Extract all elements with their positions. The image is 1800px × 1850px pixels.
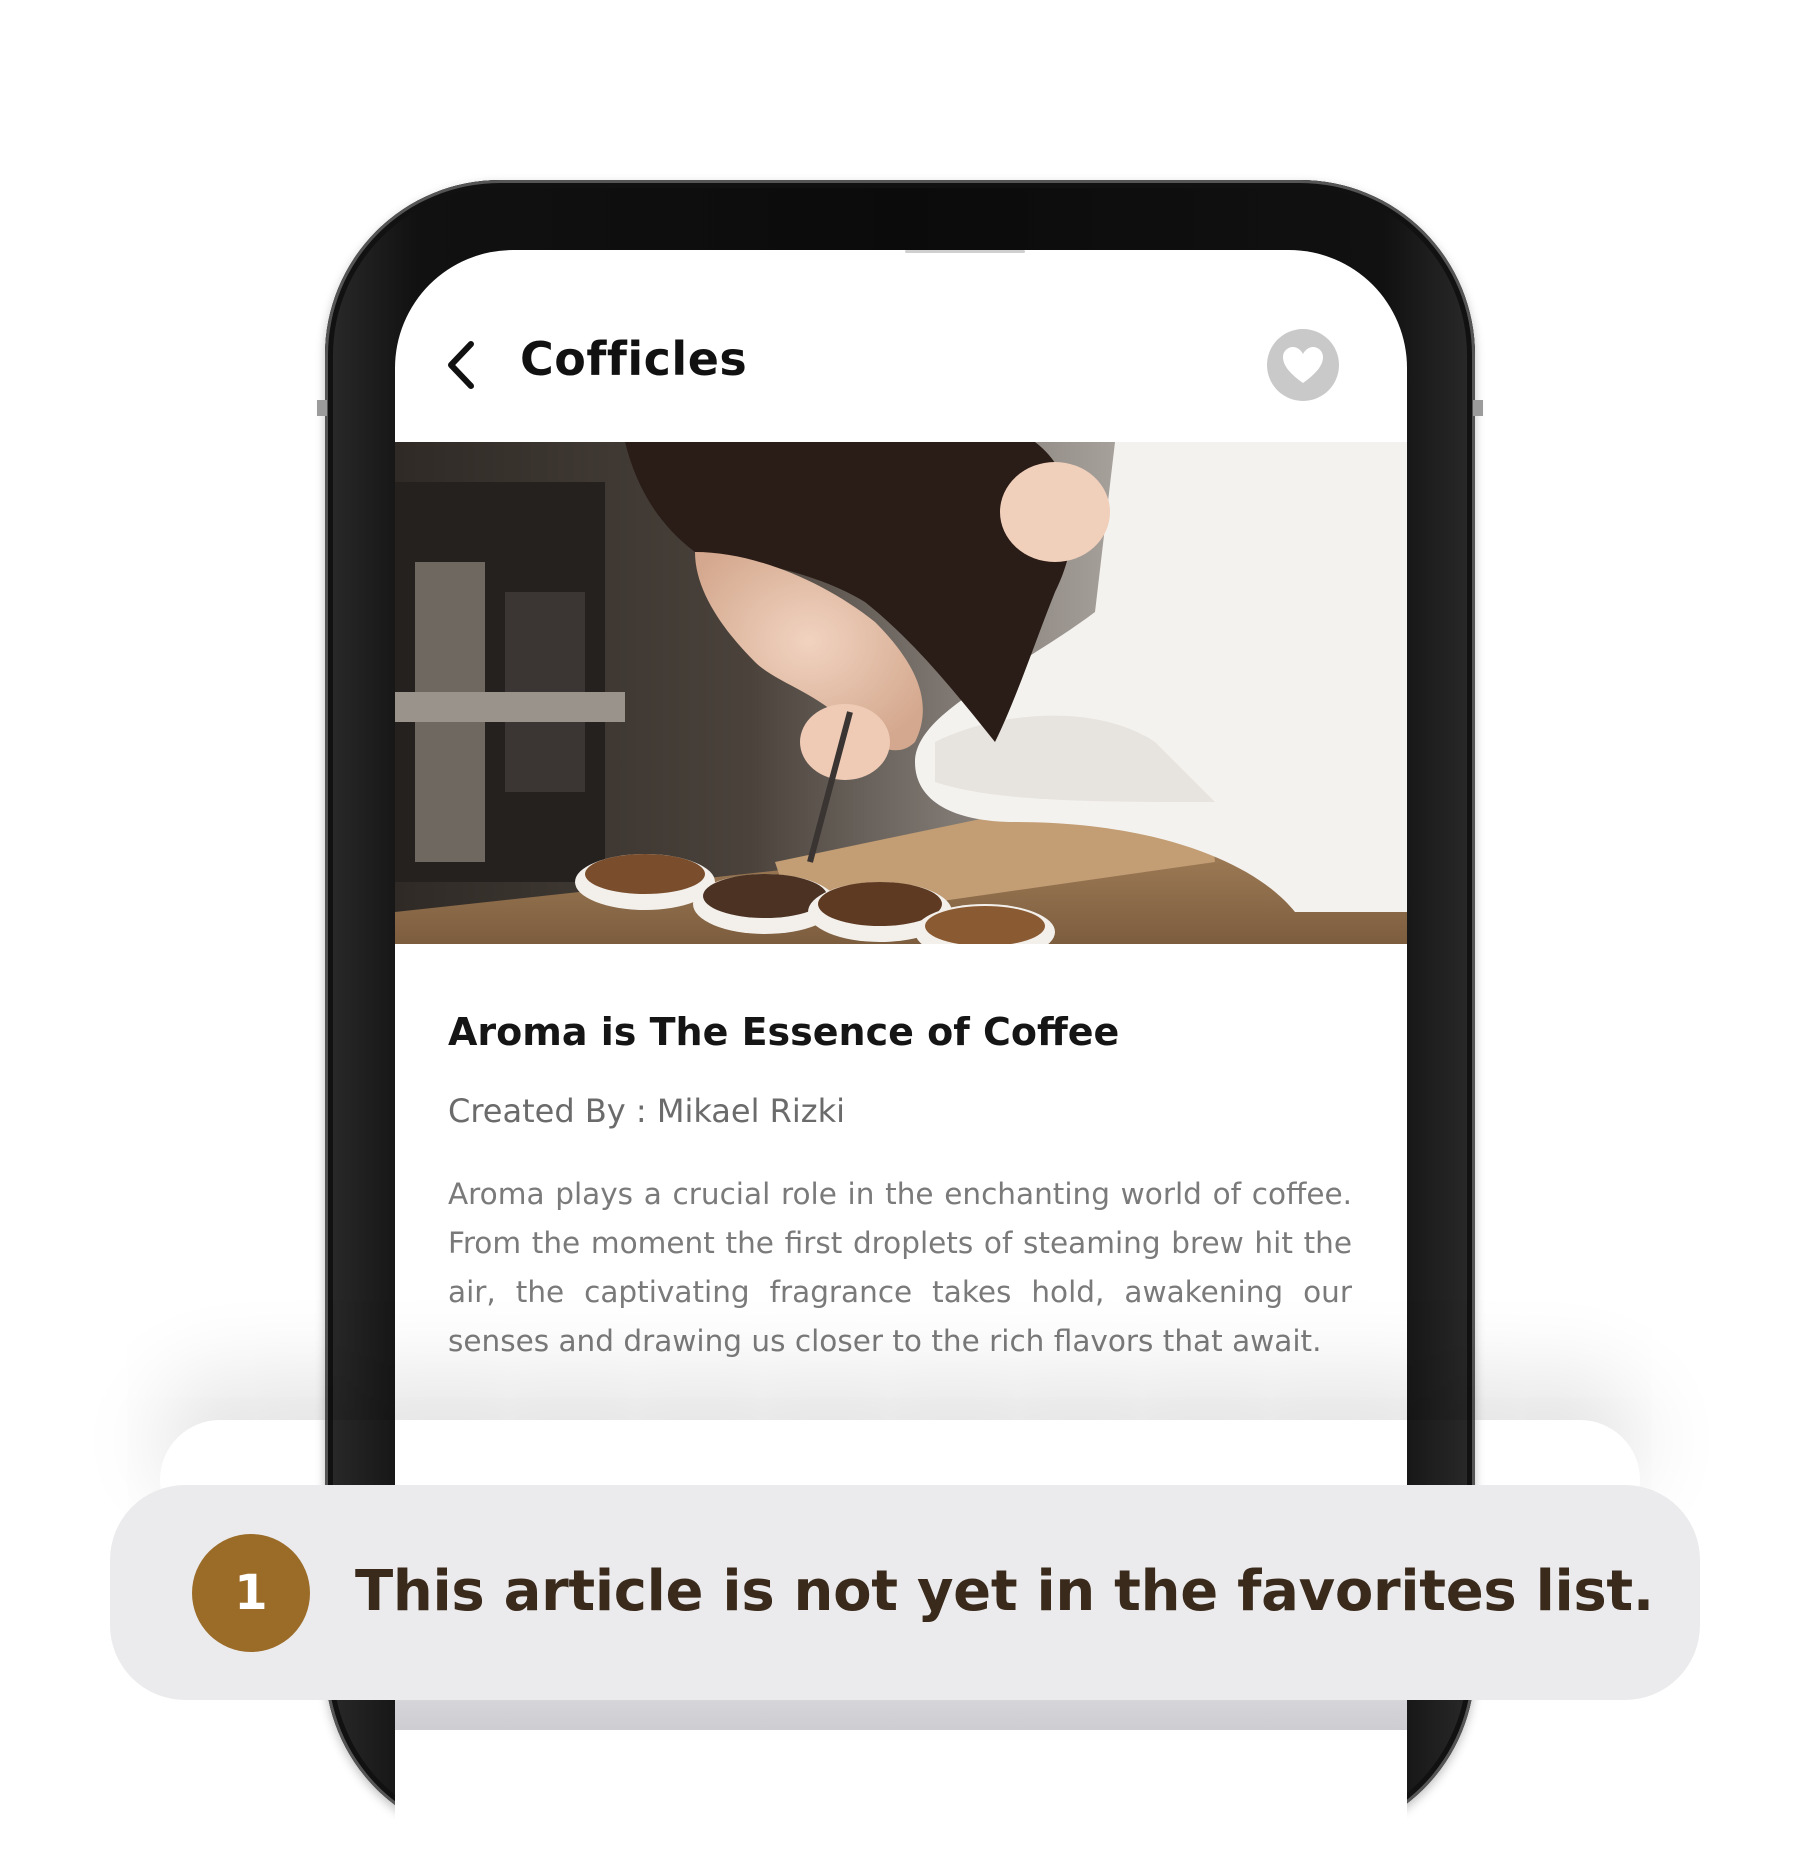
step-number-badge: 1 bbox=[192, 1534, 310, 1652]
back-button[interactable] bbox=[443, 338, 483, 392]
app-title: Cofficles bbox=[520, 332, 748, 386]
barista-photo bbox=[395, 442, 1407, 944]
article-body: Aroma plays a crucial role in the enchan… bbox=[448, 1177, 1352, 1358]
favorite-button[interactable] bbox=[1267, 329, 1339, 401]
app-header: Cofficles bbox=[395, 250, 1407, 442]
article-title: Aroma is The Essence of Coffee bbox=[448, 1010, 1120, 1054]
caption-text: This article is not yet in the favorites… bbox=[355, 1559, 1654, 1624]
heart-icon bbox=[1283, 347, 1323, 383]
chevron-left-icon bbox=[448, 341, 474, 389]
caption-bar: 1 This article is not yet in the favorit… bbox=[110, 1485, 1700, 1700]
phone-side-button-left bbox=[317, 400, 327, 416]
phone-side-button-right bbox=[1473, 400, 1483, 416]
hero-image bbox=[395, 442, 1407, 944]
article-author: Created By : Mikael Rizki bbox=[448, 1092, 845, 1130]
